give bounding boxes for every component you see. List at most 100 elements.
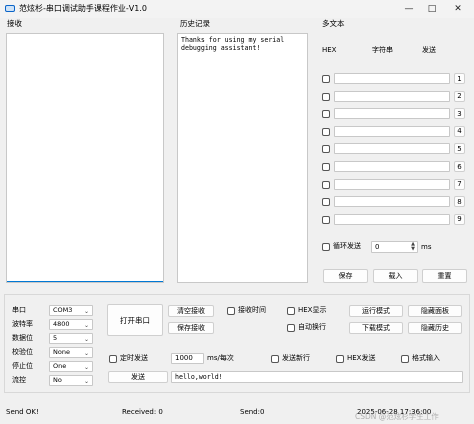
history-textarea[interactable]: Thanks for using my serial debugging ass…: [177, 33, 308, 283]
parity-select[interactable]: None ⌄: [49, 347, 93, 358]
timed-send-checkbox[interactable]: [109, 355, 117, 363]
app-icon: [5, 5, 15, 12]
flow-value: No: [53, 376, 62, 384]
timer-value: 1000: [175, 354, 193, 362]
auto-wrap-checkbox[interactable]: [287, 324, 295, 332]
baud-select[interactable]: 4800 ⌄: [49, 319, 93, 330]
baud-value: 4800: [53, 320, 70, 328]
databits-select[interactable]: 5 ⌄: [49, 333, 93, 344]
databits-value: 5: [53, 334, 58, 342]
col-send-label: 发送: [422, 46, 436, 54]
send-newline-checkbox[interactable]: [271, 355, 279, 363]
format-input-label: 格式输入: [412, 354, 440, 362]
multitext-hex-checkbox[interactable]: [322, 198, 330, 207]
multitext-string-input[interactable]: [334, 108, 450, 120]
loop-unit-label: ms: [421, 243, 432, 251]
clear-receive-button[interactable]: 清空接收: [168, 305, 214, 317]
loop-send-label: 循环发送: [333, 242, 361, 250]
multitext-send-button[interactable]: 7: [454, 178, 465, 190]
run-mode-button[interactable]: 运行模式: [349, 305, 403, 317]
col-string-label: 字符串: [372, 46, 393, 54]
multitext-hex-checkbox[interactable]: [322, 92, 330, 101]
stopbits-select[interactable]: One ⌄: [49, 361, 93, 372]
flow-select[interactable]: No ⌄: [49, 375, 93, 386]
multitext-string-input[interactable]: [334, 161, 450, 172]
timer-unit-label: ms/每次: [207, 354, 234, 362]
recv-time-label: 接收时间: [238, 306, 266, 314]
open-port-button[interactable]: 打开串口: [107, 304, 163, 336]
chevron-down-icon: ⌄: [83, 350, 89, 357]
multitext-hex-checkbox[interactable]: [322, 110, 330, 119]
multitext-hex-checkbox[interactable]: [322, 75, 330, 83]
history-label: 历史记录: [180, 19, 210, 28]
loop-send-checkbox[interactable]: [322, 243, 330, 251]
hide-panel-button[interactable]: 隐藏面板: [408, 305, 462, 317]
window-title: 范炫杉-串口调试助手课程作业-V1.0: [19, 4, 147, 13]
watermark: CSDN @范炫杉学生工作: [355, 412, 439, 421]
multitext-hex-checkbox[interactable]: [322, 145, 330, 154]
load-button[interactable]: 载入: [373, 269, 418, 283]
send-button[interactable]: 发送: [108, 371, 168, 383]
multitext-send-button[interactable]: 2: [454, 90, 465, 102]
multitext-send-button[interactable]: 3: [454, 108, 465, 120]
receive-textarea[interactable]: [6, 33, 164, 283]
multitext-string-input[interactable]: [334, 90, 450, 102]
send-input[interactable]: hello,world!: [171, 371, 463, 383]
multitext-send-button[interactable]: 8: [454, 196, 465, 208]
history-content: Thanks for using my serial debugging ass…: [181, 36, 285, 53]
hide-history-button[interactable]: 隐藏历史: [408, 322, 462, 334]
multitext-hex-checkbox[interactable]: [322, 163, 330, 171]
loop-interval-value: 0: [375, 243, 380, 251]
download-mode-button[interactable]: 下载模式: [349, 322, 403, 334]
multitext-string-input[interactable]: [334, 196, 450, 208]
multitext-send-button[interactable]: 1: [454, 73, 465, 84]
multitext-string-input[interactable]: [334, 143, 450, 155]
flow-label: 流控: [12, 376, 26, 384]
chevron-down-icon: ⌄: [83, 378, 89, 385]
stopbits-value: One: [53, 362, 67, 370]
hex-send-checkbox[interactable]: [336, 355, 344, 363]
maximize-icon[interactable]: □: [422, 1, 442, 17]
timer-input[interactable]: 1000: [171, 353, 204, 364]
multitext-string-input[interactable]: [334, 73, 450, 84]
recv-time-checkbox[interactable]: [227, 307, 235, 315]
hex-send-label: HEX发送: [347, 354, 376, 362]
multitext-string-input[interactable]: [334, 178, 450, 190]
hex-display-checkbox[interactable]: [287, 307, 295, 315]
save-button[interactable]: 保存: [323, 269, 368, 283]
minimize-icon[interactable]: —: [399, 1, 419, 17]
multitext-hex-checkbox[interactable]: [322, 180, 330, 189]
multitext-hex-checkbox[interactable]: [322, 215, 330, 224]
databits-label: 数据位: [12, 334, 33, 342]
status-state: Send OK!: [6, 408, 39, 416]
parity-label: 校验位: [12, 348, 33, 356]
hex-display-label: HEX显示: [298, 306, 327, 314]
chevron-down-icon: ⌄: [83, 322, 89, 329]
multitext-send-button[interactable]: 5: [454, 143, 465, 155]
chevron-down-icon: ⌄: [83, 336, 89, 343]
chevron-down-icon: ⌄: [83, 364, 89, 371]
multitext-send-button[interactable]: 9: [454, 213, 465, 225]
multitext-string-input[interactable]: [334, 125, 450, 137]
loop-interval-spinbox[interactable]: 0 ▲ ▼: [371, 241, 418, 253]
multitext-send-button[interactable]: 4: [454, 125, 465, 137]
chevron-down-icon: ⌄: [83, 308, 89, 315]
save-receive-button[interactable]: 保存接收: [168, 322, 214, 334]
multitext-hex-checkbox[interactable]: [322, 127, 330, 136]
multitext-string-input[interactable]: [334, 213, 450, 225]
stopbits-label: 停止位: [12, 362, 33, 370]
status-sent: Send:0: [240, 408, 265, 416]
baud-label: 波特率: [12, 320, 33, 328]
port-label: 串口: [12, 306, 26, 314]
focus-underline: [7, 281, 163, 282]
auto-wrap-label: 自动换行: [298, 323, 326, 331]
multitext-send-button[interactable]: 6: [454, 161, 465, 172]
reset-button[interactable]: 重置: [422, 269, 467, 283]
port-select[interactable]: COM3 ⌄: [49, 305, 93, 316]
format-input-checkbox[interactable]: [401, 355, 409, 363]
parity-value: None: [53, 348, 70, 356]
spin-down-icon[interactable]: ▼: [411, 247, 415, 252]
multitext-label: 多文本: [322, 19, 345, 28]
close-icon[interactable]: ✕: [448, 1, 468, 17]
send-newline-label: 发送新行: [282, 354, 310, 362]
